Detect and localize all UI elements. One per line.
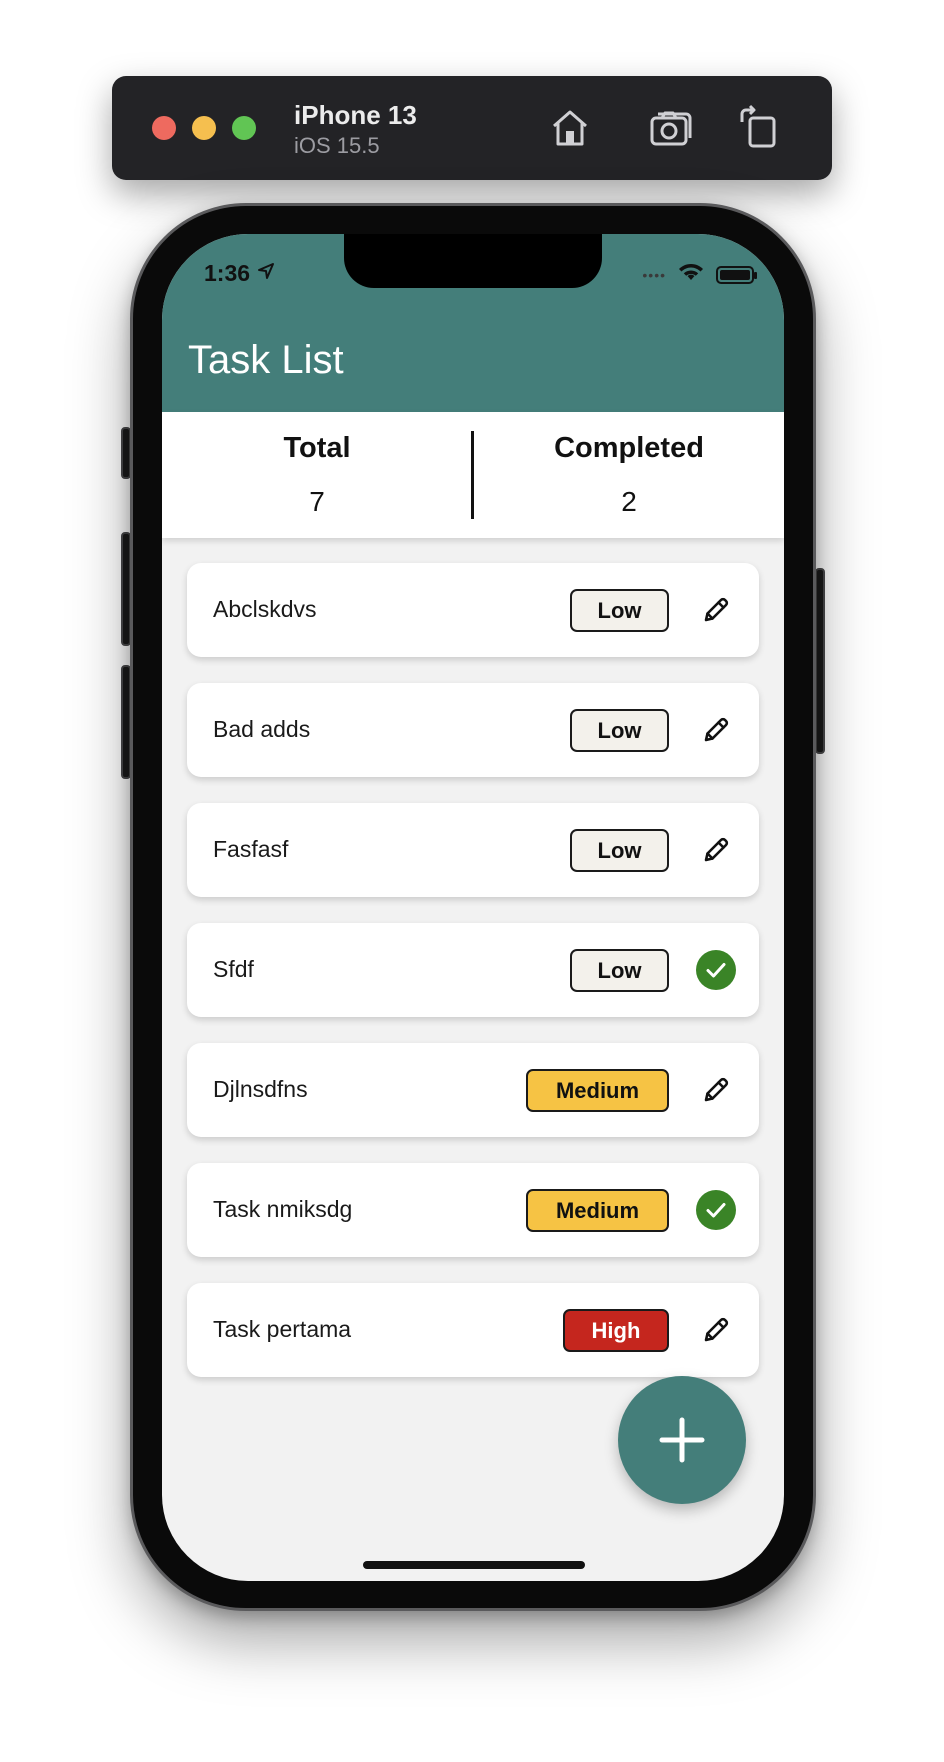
close-window-button[interactable] [152,116,176,140]
task-card[interactable]: Bad adds Low [187,683,759,777]
signal-dots-icon: •••• [642,266,666,283]
task-card[interactable]: Sfdf Low [187,923,759,1017]
task-list: Abclskdvs Low Bad adds Low Fasfasf Low Sfdf Low… [187,563,759,1403]
power-button [815,568,825,754]
location-arrow-icon [256,260,276,287]
edit-pencil-icon[interactable] [696,590,736,630]
completed-check-icon [696,1190,736,1230]
device-os-version: iOS 15.5 [294,133,380,158]
task-card[interactable]: Fasfasf Low [187,803,759,897]
priority-badge: Medium [526,1069,669,1112]
edit-pencil-icon[interactable] [696,830,736,870]
task-card[interactable]: Task nmiksdg Medium [187,1163,759,1257]
plus-icon [659,1417,705,1463]
total-value: 7 [309,486,325,517]
task-name: Task pertama [213,1316,352,1342]
edit-pencil-icon[interactable] [696,1310,736,1350]
minimize-window-button[interactable] [192,116,216,140]
wifi-icon [678,262,704,287]
task-card[interactable]: Djlnsdfns Medium [187,1043,759,1137]
completed-check-icon [696,950,736,990]
completed-value: 2 [621,486,637,517]
task-name: Sfdf [213,956,254,982]
priority-badge: Medium [526,1189,669,1232]
edit-pencil-icon[interactable] [696,1070,736,1110]
edit-pencil-icon[interactable] [696,710,736,750]
check-circle [696,950,736,990]
rotate-icon[interactable] [736,104,784,152]
battery-icon [716,265,757,284]
status-time: 1:36 [204,260,276,287]
status-time-text: 1:36 [204,260,251,286]
task-summary: Total 7 Completed 2 [162,412,784,538]
task-name: Abclskdvs [213,596,317,622]
zoom-window-button[interactable] [232,116,256,140]
notch [344,234,602,288]
task-name: Djlnsdfns [213,1076,308,1102]
device-name: iPhone 13 [294,100,417,130]
home-icon[interactable] [546,104,594,152]
add-task-button[interactable] [618,1376,746,1504]
summary-completed: Completed 2 [474,412,784,538]
priority-badge: Low [570,829,669,872]
screenshot-icon[interactable] [646,104,694,152]
priority-badge: Low [570,709,669,752]
priority-badge: Low [570,949,669,992]
task-name: Bad adds [213,716,311,742]
task-card[interactable]: Abclskdvs Low [187,563,759,657]
task-name: Task nmiksdg [213,1196,353,1222]
priority-badge: High [563,1309,669,1352]
page-title: Task List [188,338,344,382]
total-label: Total [283,432,351,464]
priority-badge: Low [570,589,669,632]
summary-total: Total 7 [162,412,472,538]
phone-screen: 1:36 •••• Task List Total 7 Completed 2 … [162,234,784,1581]
task-card[interactable]: Task pertama High [187,1283,759,1377]
completed-label: Completed [554,432,704,464]
status-icons: •••• [642,262,757,287]
task-name: Fasfasf [213,836,289,862]
simulator-toolbar: iPhone 13 iOS 15.5 [112,76,832,180]
check-circle [696,1190,736,1230]
home-indicator [363,1561,585,1569]
